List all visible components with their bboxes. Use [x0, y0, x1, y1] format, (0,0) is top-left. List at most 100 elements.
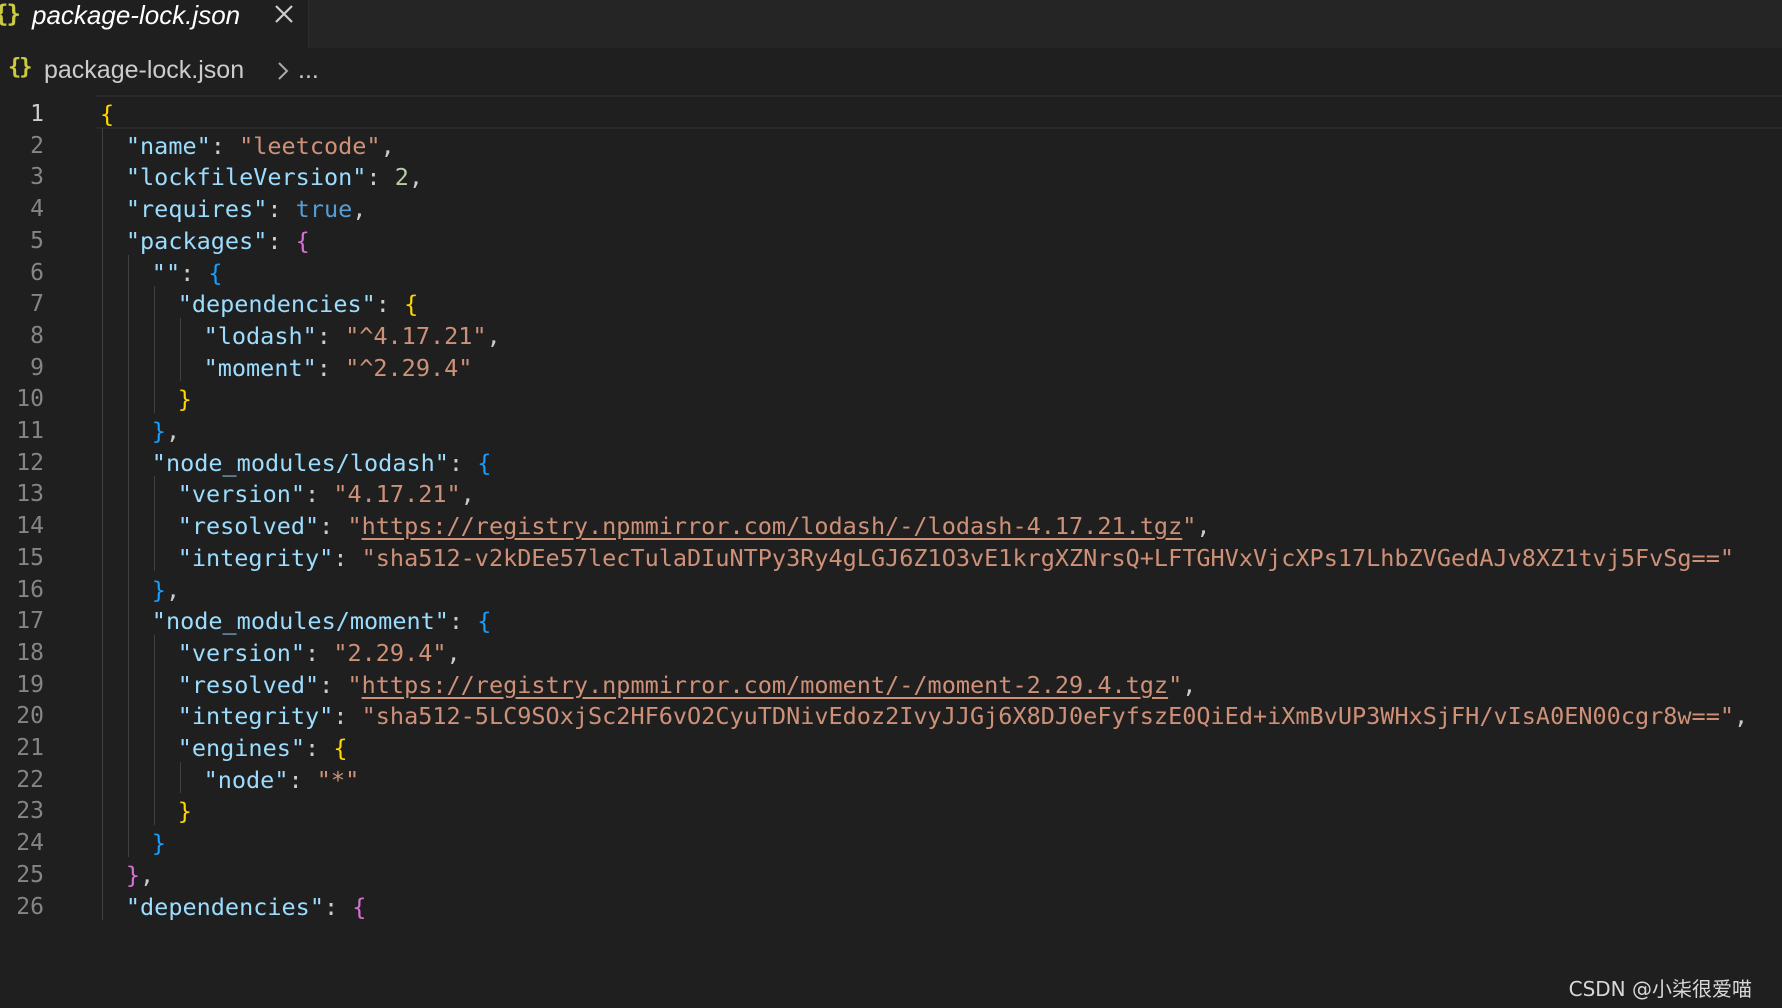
code-line[interactable]: }	[178, 381, 192, 417]
code-token: {	[208, 258, 223, 287]
code-token: }	[125, 860, 141, 889]
code-line[interactable]: "requires": true,	[126, 191, 367, 227]
line-number: 25	[16, 861, 44, 888]
json-file-icon: {}	[0, 0, 21, 28]
code-token: "packages"	[125, 226, 268, 255]
code-line[interactable]: },	[152, 572, 180, 608]
url-link[interactable]: https://registry.npmmirror.com/lodash/-/…	[362, 512, 1183, 540]
code-line[interactable]: "": {	[152, 255, 223, 291]
code-token: ,	[380, 131, 395, 160]
line-number: 23	[16, 798, 44, 825]
line-number: 6	[30, 259, 44, 286]
code-token: :	[375, 290, 405, 319]
code-token: "resolved"	[177, 670, 320, 699]
code-token: "resolved"	[177, 512, 320, 541]
code-token: }	[177, 797, 192, 826]
line-number: 9	[30, 354, 44, 381]
code-line[interactable]: "lodash": "^4.17.21",	[204, 318, 501, 354]
code-token: :	[333, 543, 362, 572]
code-token: "sha512-5LC9SOxjSc2HF6vO2CyuTDNivEdoz2Iv…	[361, 702, 1734, 731]
line-number: 20	[16, 703, 44, 730]
code-editor[interactable]: 1 2 3 4 5 6 7 8 9 10 11 12 13 14 15 16 17 18 19 20 21 22 23 24 2…	[0, 94, 1782, 1008]
code-line[interactable]: "dependencies": {	[126, 889, 367, 925]
line-number: 22	[16, 766, 44, 793]
code-line[interactable]: "packages": {	[126, 223, 310, 259]
code-token: }	[151, 417, 166, 445]
code-token: :	[210, 131, 240, 160]
code-line[interactable]: "dependencies": {	[178, 286, 419, 322]
code-line[interactable]: "resolved": "https://registry.npmmirror.…	[178, 508, 1211, 544]
indent-guide	[153, 476, 155, 572]
code-token: "node_modules/lodash"	[151, 448, 449, 477]
code-token: ,	[486, 321, 501, 350]
code-token: ,	[165, 417, 181, 445]
code-token: "	[347, 670, 362, 699]
tab-bar: {} package-lock.json	[0, 0, 1782, 48]
code-token: ,	[352, 195, 367, 224]
breadcrumb-more[interactable]: ...	[298, 56, 319, 85]
code-line[interactable]: "node": "*"	[204, 762, 360, 798]
code-token: 2	[394, 163, 409, 192]
code-token: :	[319, 512, 348, 541]
code-token: ,	[165, 575, 181, 604]
code-line[interactable]: "node_modules/lodash": {	[152, 445, 492, 481]
indent-guide	[179, 317, 181, 382]
code-line[interactable]: "lockfileVersion": 2,	[126, 159, 423, 195]
code-token: "2.29.4"	[333, 638, 447, 667]
code-line[interactable]: }	[152, 825, 166, 861]
code-line[interactable]: },	[126, 857, 154, 893]
code-line[interactable]: "moment": "^2.29.4"	[204, 350, 473, 386]
code-token: "	[1182, 512, 1197, 541]
line-number: 15	[16, 544, 44, 571]
line-number: 8	[30, 322, 44, 349]
code-line[interactable]: }	[178, 793, 192, 829]
code-line[interactable]: "integrity": "sha512-5LC9SOxjSc2HF6vO2Cy…	[178, 698, 1748, 734]
indent-guide	[102, 127, 103, 921]
code-line[interactable]: "node_modules/moment": {	[152, 603, 492, 639]
code-token: :	[448, 607, 478, 636]
code-token: {	[295, 226, 310, 255]
code-line[interactable]: "engines": {	[178, 730, 348, 766]
code-token: :	[305, 638, 334, 667]
code-token: "	[1168, 670, 1183, 699]
code-token: ,	[1182, 670, 1197, 699]
code-token: :	[305, 734, 334, 762]
code-token: "node"	[203, 765, 289, 794]
code-token: }	[151, 829, 166, 858]
line-number: 13	[16, 481, 44, 508]
code-line[interactable]: },	[152, 413, 180, 449]
json-file-icon: {}	[8, 55, 32, 80]
code-token: "requires"	[125, 195, 268, 224]
line-number: 10	[16, 386, 44, 413]
code-token: "leetcode"	[239, 131, 381, 160]
code-token: :	[267, 226, 296, 255]
code-line[interactable]: "name": "leetcode",	[126, 128, 395, 164]
line-number: 17	[16, 608, 44, 635]
code-token: ,	[460, 480, 475, 509]
code-token: "lodash"	[203, 321, 317, 350]
code-token: ,	[446, 638, 461, 667]
line-number: 3	[30, 164, 44, 191]
code-token: :	[333, 702, 362, 731]
breadcrumb-file[interactable]: package-lock.json	[44, 56, 244, 85]
code-line[interactable]: "version": "4.17.21",	[178, 476, 475, 512]
url-link[interactable]: https://registry.npmmirror.com/moment/-/…	[362, 671, 1168, 699]
code-line[interactable]: "integrity": "sha512-v2kDEe57lecTulaDIuN…	[178, 540, 1734, 576]
line-number: 24	[16, 830, 44, 857]
code-line[interactable]: "resolved": "https://registry.npmmirror.…	[178, 667, 1197, 703]
code-line[interactable]: "version": "2.29.4",	[178, 635, 461, 671]
line-number: 16	[16, 576, 44, 603]
line-number: 4	[30, 196, 44, 223]
indent-guide	[179, 761, 181, 794]
code-token: "*"	[316, 765, 360, 794]
code-token: :	[366, 163, 395, 192]
code-token: "4.17.21"	[333, 480, 461, 509]
tab-package-lock-json[interactable]: {} package-lock.json	[0, 0, 309, 48]
close-icon[interactable]	[270, 0, 298, 28]
code-token: {	[352, 892, 367, 921]
code-line[interactable]: {	[100, 96, 114, 132]
code-token: "version"	[177, 480, 306, 509]
code-token: }	[177, 385, 192, 414]
code-token: {	[477, 607, 492, 636]
code-token: ,	[408, 163, 424, 192]
